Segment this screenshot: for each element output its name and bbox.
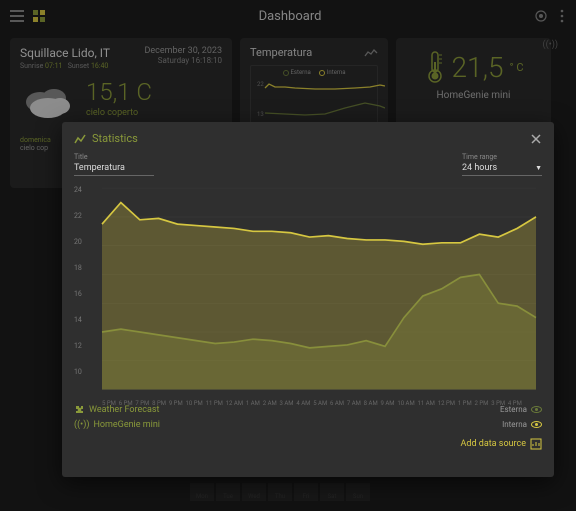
voice-icon[interactable] xyxy=(534,9,548,23)
date-block: December 30, 2023 Saturday 16:18:10 xyxy=(144,46,222,70)
x-axis: 5 PM6 PM7 PM8 PM9 PM10 PM11 PM12 AM1 AM2… xyxy=(74,400,542,407)
svg-text:13: 13 xyxy=(257,111,264,118)
range-select[interactable]: Time range 24 hours▼ xyxy=(462,153,542,176)
visibility-icon[interactable] xyxy=(531,419,542,430)
stats-icon xyxy=(74,133,86,145)
dashboard-icon[interactable] xyxy=(32,9,46,23)
svg-text:22: 22 xyxy=(257,81,264,88)
weather-desc: cielo coperto xyxy=(86,108,166,118)
forecast-day: domenicacielo cop xyxy=(20,136,51,152)
add-data-source[interactable]: Add data source xyxy=(74,438,542,450)
statistics-modal: Statistics Title Temperatura Time range … xyxy=(62,122,554,477)
title-input[interactable]: Title Temperatura xyxy=(74,153,154,176)
modal-title: Statistics xyxy=(92,132,524,145)
location: Squillace Lido, IT xyxy=(20,46,110,60)
close-icon[interactable] xyxy=(530,133,542,145)
add-chart-icon xyxy=(530,438,542,450)
weather-temp: 15,1 C xyxy=(86,78,166,106)
mini-chart-title: Temperatura xyxy=(250,46,312,59)
hg-name: HomeGenie mini xyxy=(406,90,541,101)
week-bars: MonTueWedThuFriSatSun xyxy=(190,483,370,501)
signal-icon: ((•)) xyxy=(543,40,558,50)
y-axis: 2422201816141210 xyxy=(74,186,82,376)
sun-times: Sunrise 07:11 Sunset 16:40 xyxy=(20,62,110,70)
thermometer-icon xyxy=(424,50,446,84)
main-chart xyxy=(74,186,542,396)
more-icon[interactable] xyxy=(556,9,568,23)
mini-chart-svg: 22 13 xyxy=(255,78,385,120)
mini-legend: Esterna Interna xyxy=(255,69,373,76)
chart-icon[interactable] xyxy=(364,48,378,58)
menu-icon[interactable] xyxy=(8,7,26,25)
cloud-icon xyxy=(20,78,76,120)
page-title: Dashboard xyxy=(46,9,534,24)
hg-temp: 21,5 xyxy=(452,51,504,84)
data-source-row[interactable]: ((•))HomeGenie mini xyxy=(74,420,160,430)
chevron-down-icon: ▼ xyxy=(535,164,542,172)
